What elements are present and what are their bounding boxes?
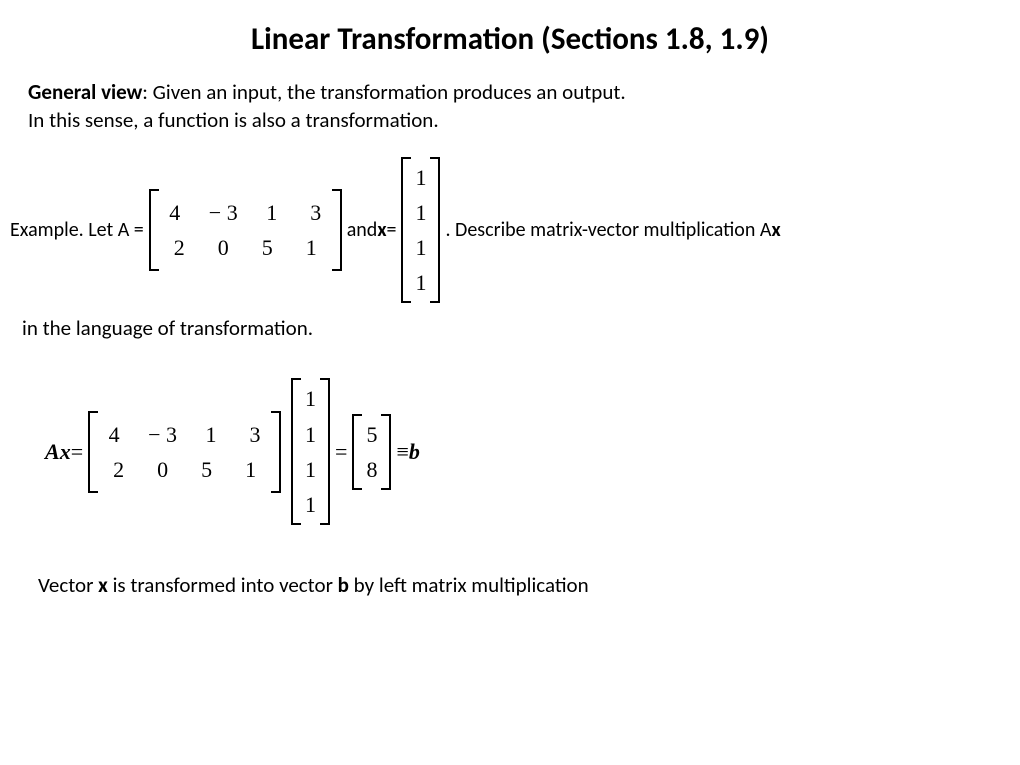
general-view-label: General view xyxy=(28,79,142,105)
vector-cell: 1 xyxy=(415,265,426,300)
page-title: Linear Transformation (Sections 1.8, 1.9… xyxy=(10,20,1010,58)
eq-A: A xyxy=(45,439,60,465)
example-row: Example. Let A = 4 − 3 1 3 2 0 5 1 and x… xyxy=(10,155,1010,306)
matrix-cell: 5 xyxy=(197,452,217,487)
matrix-a: 4 − 3 1 3 2 0 5 1 xyxy=(149,187,342,273)
vector-cell: 5 xyxy=(366,417,377,452)
eq-equals2: = xyxy=(335,439,347,465)
vector-cell: 1 xyxy=(305,417,316,452)
eq-x: x xyxy=(60,439,71,465)
general-view-text2: In this sense, a function is also a tran… xyxy=(28,107,439,133)
example-prefix: Example. Let A = xyxy=(10,218,144,242)
x-label: x xyxy=(377,218,386,242)
conclusion-post: by left matrix multiplication xyxy=(349,572,589,598)
conclusion-text: Vector x is transformed into vector b by… xyxy=(38,572,1010,598)
language-text: in the language of transformation. xyxy=(22,315,1010,341)
matrix-cell: 3 xyxy=(245,417,265,452)
vector-cell: 8 xyxy=(366,452,377,487)
vector-x-eq: 1 1 1 1 xyxy=(291,376,330,527)
matrix-cell: 1 xyxy=(201,417,221,452)
matrix-cell: 5 xyxy=(257,230,277,265)
describe-text: . Describe matrix-vector multiplication … xyxy=(445,218,771,242)
matrix-cell: 4 xyxy=(104,417,124,452)
vector-cell: 1 xyxy=(415,230,426,265)
equals-text: = xyxy=(387,218,397,242)
eq-equals1: = xyxy=(71,439,83,465)
general-view-paragraph: General view: Given an input, the transf… xyxy=(28,78,1010,135)
matrix-cell: 2 xyxy=(169,230,189,265)
vector-cell: 1 xyxy=(415,160,426,195)
conclusion-x: x xyxy=(98,572,108,598)
matrix-cell: 1 xyxy=(301,230,321,265)
conclusion-pre: Vector xyxy=(38,572,98,598)
vector-x: 1 1 1 1 xyxy=(401,155,440,306)
conclusion-b: b xyxy=(338,572,349,598)
matrix-cell: − 3 xyxy=(148,417,177,452)
eq-equiv: ≡ xyxy=(396,439,408,465)
matrix-cell: 0 xyxy=(153,452,173,487)
matrix-cell: − 3 xyxy=(209,195,238,230)
eq-b: b xyxy=(409,439,420,465)
vector-cell: 1 xyxy=(305,487,316,522)
matrix-cell: 2 xyxy=(109,452,129,487)
matrix-a-eq: 4 − 3 1 3 2 0 5 1 xyxy=(88,409,281,495)
equation-row: Ax = 4 − 3 1 3 2 0 5 1 1 1 1 1 xyxy=(45,376,1010,527)
matrix-cell: 0 xyxy=(213,230,233,265)
conclusion-mid: is transformed into vector xyxy=(108,572,338,598)
vector-cell: 1 xyxy=(305,452,316,487)
matrix-cell: 3 xyxy=(306,195,326,230)
x-label-2: x xyxy=(771,218,780,242)
and-text: and xyxy=(347,218,378,242)
matrix-cell: 4 xyxy=(165,195,185,230)
matrix-cell: 1 xyxy=(241,452,261,487)
vector-cell: 1 xyxy=(415,195,426,230)
general-view-text1: : Given an input, the transformation pro… xyxy=(142,79,625,105)
vector-b: 5 8 xyxy=(352,412,391,492)
matrix-cell: 1 xyxy=(262,195,282,230)
vector-cell: 1 xyxy=(305,381,316,416)
